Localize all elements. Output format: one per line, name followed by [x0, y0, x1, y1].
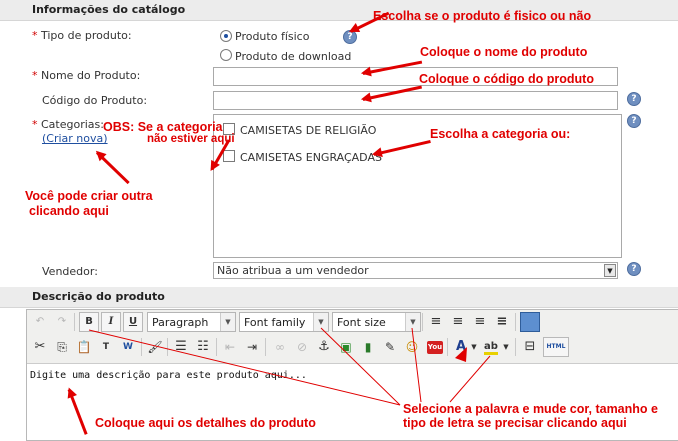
annotation-lines: [88, 327, 491, 406]
line-to-font-family: [320, 327, 401, 406]
line-to-highlight: [449, 355, 491, 403]
line-to-font-size: [411, 327, 422, 403]
arrow-to-text-color: [455, 347, 467, 362]
line-to-bold: [88, 329, 401, 406]
